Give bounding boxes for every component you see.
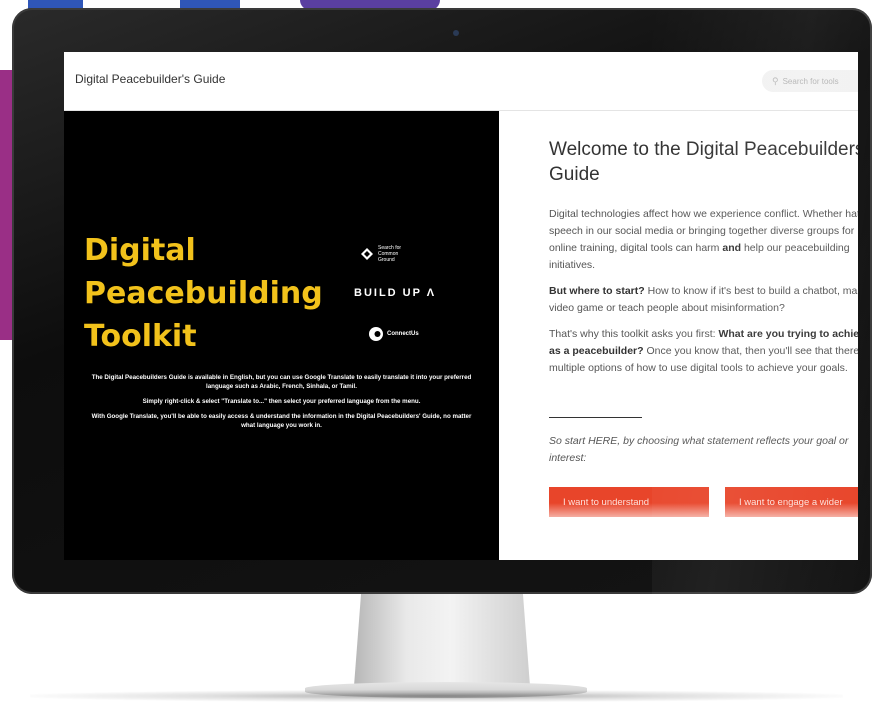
- intro-paragraph: Digital technologies affect how we exper…: [549, 208, 858, 271]
- search-input[interactable]: ⚲ Search for tools: [762, 70, 858, 92]
- translation-note-paragraph: With Google Translate, you'll be able to…: [91, 413, 472, 429]
- sfcg-logo: Search for Common Ground: [361, 245, 414, 263]
- translation-note-paragraph: Simply right-click & select "Translate t…: [142, 398, 421, 405]
- connectus-logo-text: ConnectUs: [387, 331, 419, 337]
- question-paragraph: But where to start? How to know if it's …: [549, 285, 858, 314]
- hero-title-line: Peacebuilding: [84, 276, 323, 311]
- bottom-fade: [499, 503, 858, 560]
- search-placeholder: Search for tools: [782, 76, 839, 86]
- connectus-logo: ConnectUs: [369, 327, 419, 341]
- camera-icon: [453, 30, 459, 36]
- start-here-paragraph: So start HERE, by choosing what statemen…: [549, 435, 849, 464]
- connectus-icon: [369, 327, 383, 341]
- translation-note-paragraph: The Digital Peacebuilders Guide is avail…: [91, 374, 472, 390]
- hero-title-line: Toolkit: [84, 319, 197, 354]
- site-title[interactable]: Digital Peacebuilder's Guide: [75, 72, 225, 86]
- buildup-logo: BUILD UP Λ: [354, 287, 437, 299]
- monitor-stand: [354, 594, 530, 686]
- hero-banner: Digital Peacebuilding Toolkit Search for…: [64, 111, 499, 560]
- sfcg-logo-text: Search for Common Ground: [378, 245, 402, 263]
- search-icon: ⚲: [772, 75, 779, 86]
- divider: [549, 417, 642, 418]
- intro-panel: Welcome to the Digital Peacebuilders Gui…: [499, 111, 858, 560]
- floor-shadow: [30, 690, 843, 702]
- site-header: Digital Peacebuilder's Guide ⚲ Search fo…: [64, 52, 858, 111]
- monitor-bezel: Digital Peacebuilder's Guide ⚲ Search fo…: [12, 8, 872, 594]
- toolkit-paragraph: That's why this toolkit asks you first: …: [549, 328, 858, 374]
- page-title: Welcome to the Digital Peacebuilders Gui…: [549, 139, 858, 185]
- hero-title-line: Digital: [84, 233, 196, 268]
- translation-note: The Digital Peacebuilders Guide is avail…: [84, 373, 479, 436]
- diamond-icon: [361, 248, 373, 260]
- screen: Digital Peacebuilder's Guide ⚲ Search fo…: [64, 52, 858, 560]
- hero-title: Digital Peacebuilding Toolkit: [84, 229, 323, 358]
